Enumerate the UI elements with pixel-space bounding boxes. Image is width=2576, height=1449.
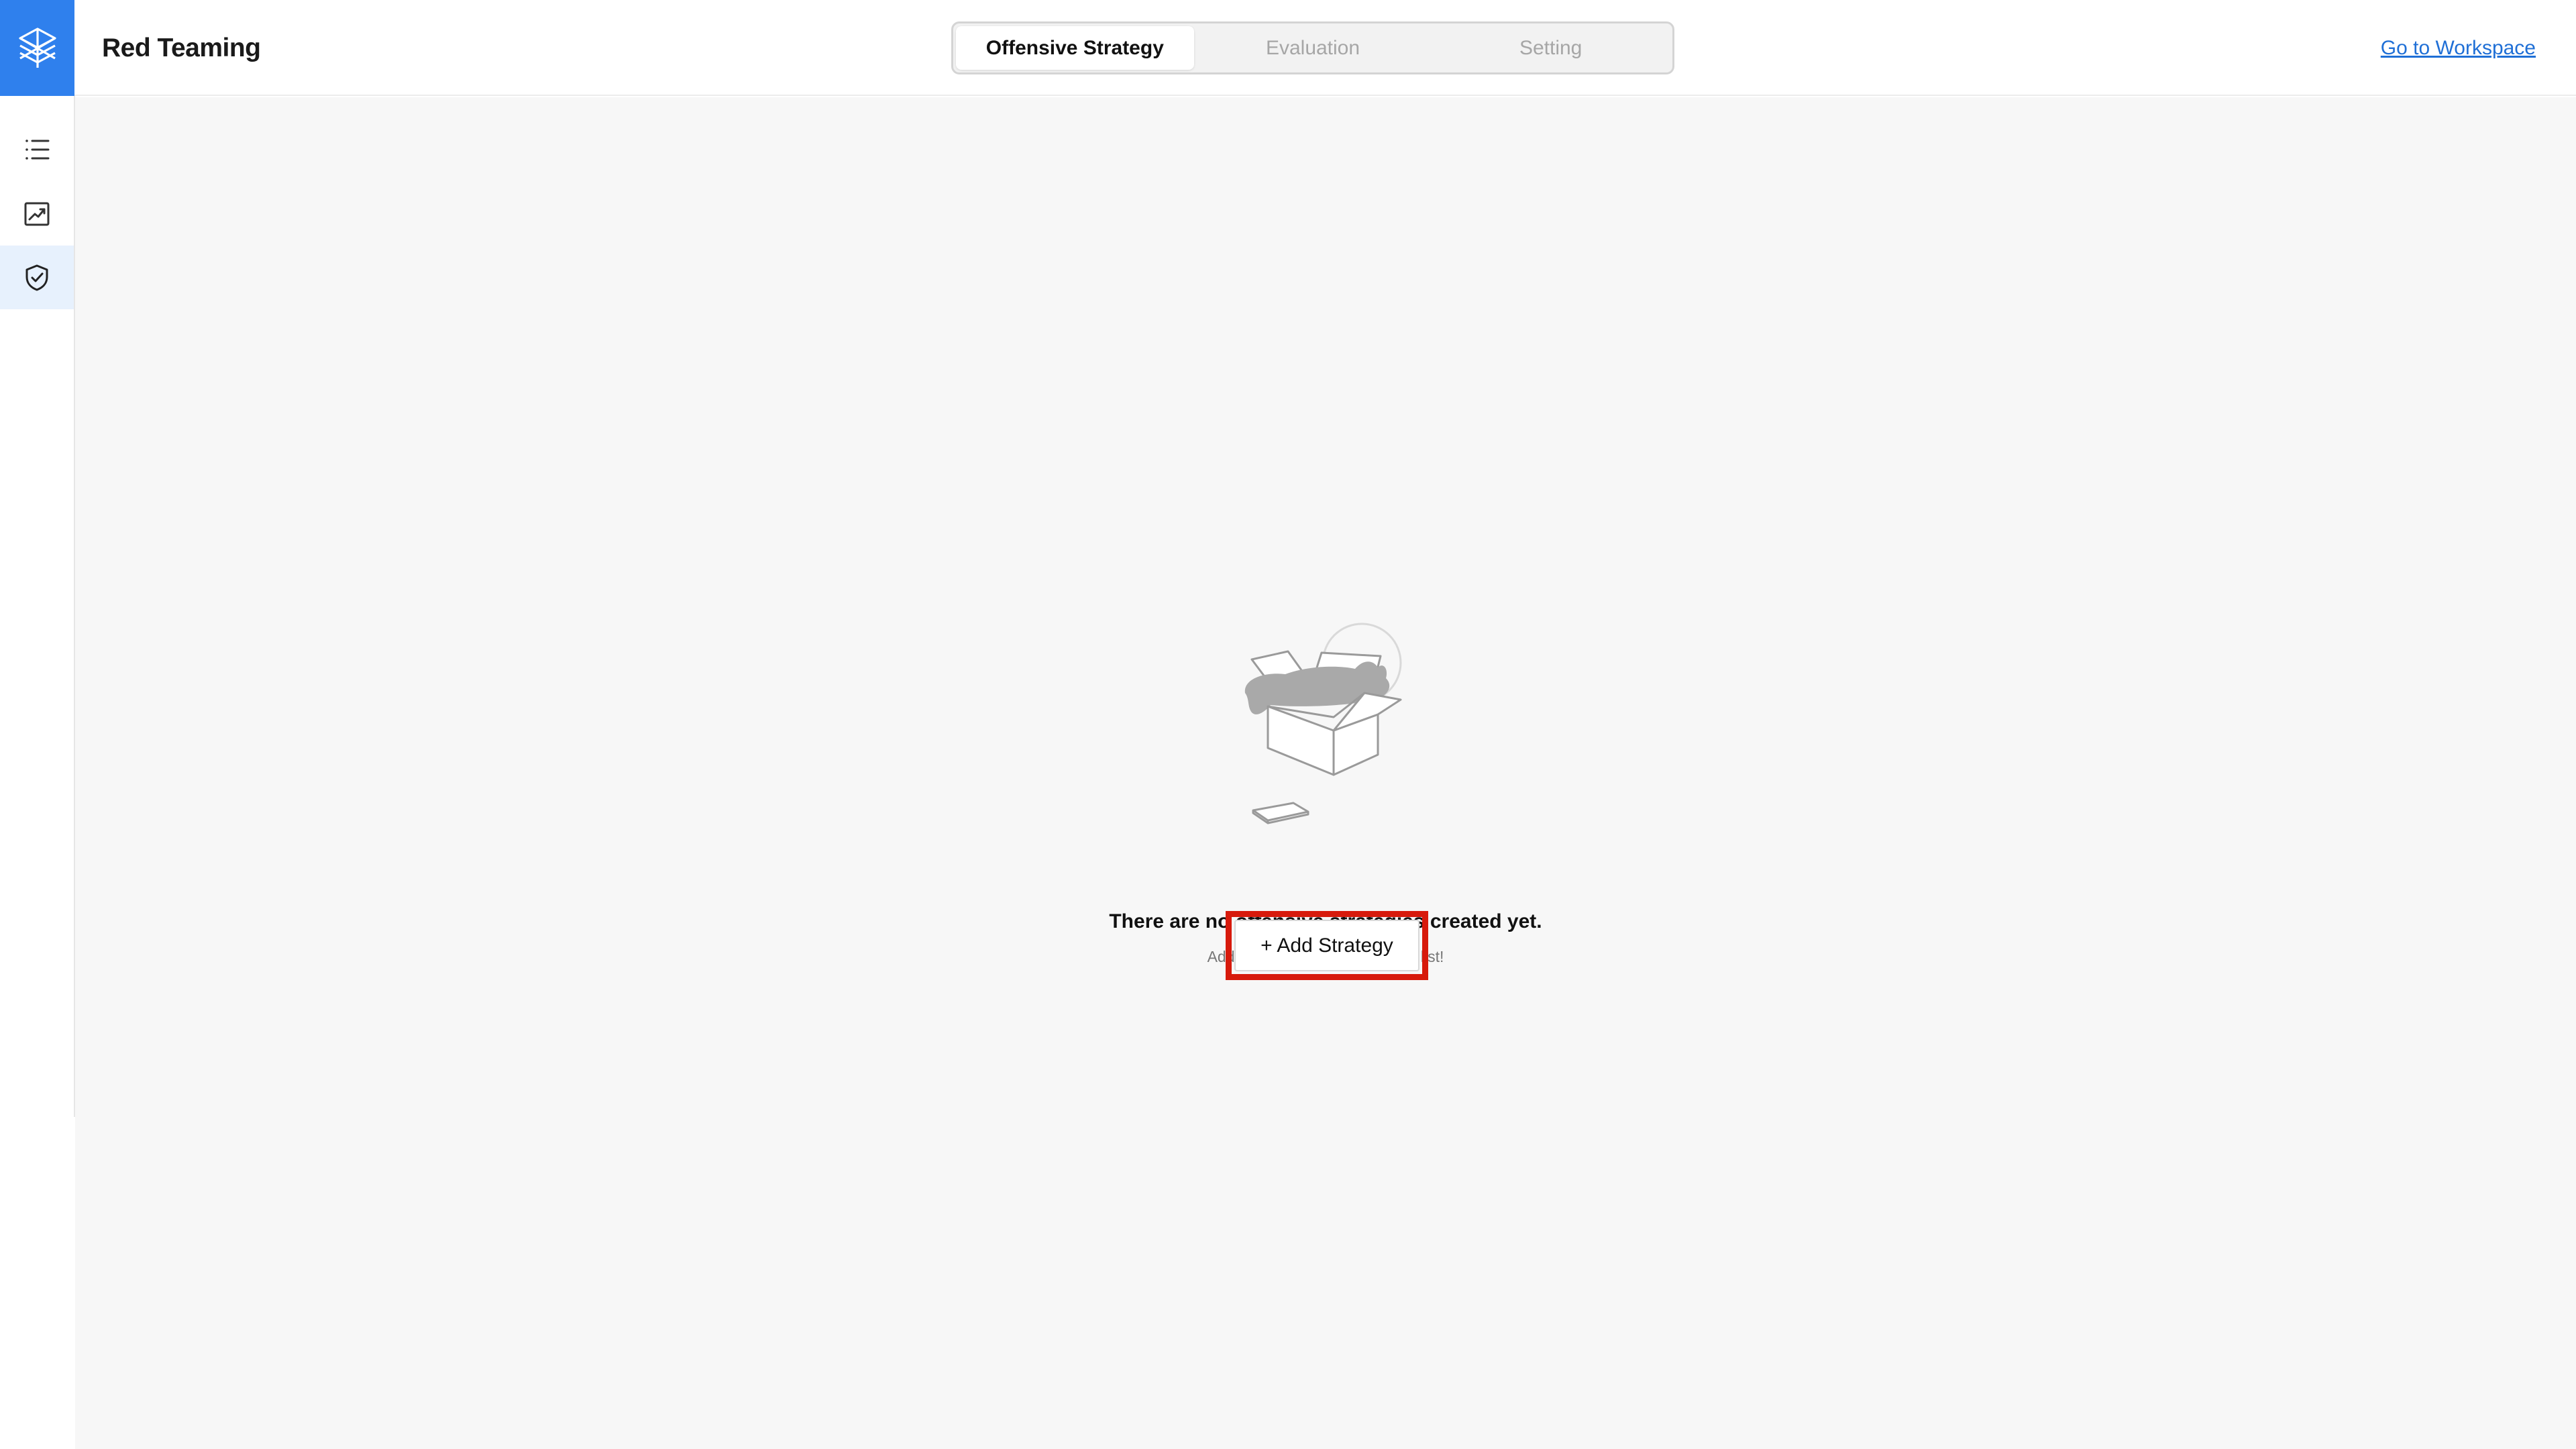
layers-logo-icon: [18, 27, 56, 68]
go-to-workspace-link[interactable]: Go to Workspace: [2381, 0, 2536, 96]
tab-bar: Offensive Strategy Evaluation Setting: [951, 21, 1674, 74]
top-header: Red Teaming Offensive Strategy Evaluatio…: [0, 0, 2576, 96]
add-strategy-button[interactable]: + Add Strategy: [1234, 920, 1419, 971]
sidebar: [0, 96, 74, 1449]
list-icon: [25, 139, 50, 160]
shield-check-icon: [25, 264, 48, 290]
sidebar-item-list[interactable]: [0, 117, 74, 181]
main-content: There are no offensive strategies create…: [75, 97, 2576, 1449]
sidebar-item-chart[interactable]: [0, 182, 74, 246]
empty-box-icon: [1244, 623, 1402, 824]
tab-setting[interactable]: Setting: [1432, 26, 1670, 70]
chart-icon: [24, 202, 50, 225]
sidebar-item-security[interactable]: [0, 246, 74, 309]
app-title: Red Teaming: [102, 34, 261, 62]
app-logo[interactable]: [0, 0, 74, 96]
tab-evaluation[interactable]: Evaluation: [1194, 26, 1432, 70]
tab-offensive-strategy[interactable]: Offensive Strategy: [956, 26, 1194, 70]
